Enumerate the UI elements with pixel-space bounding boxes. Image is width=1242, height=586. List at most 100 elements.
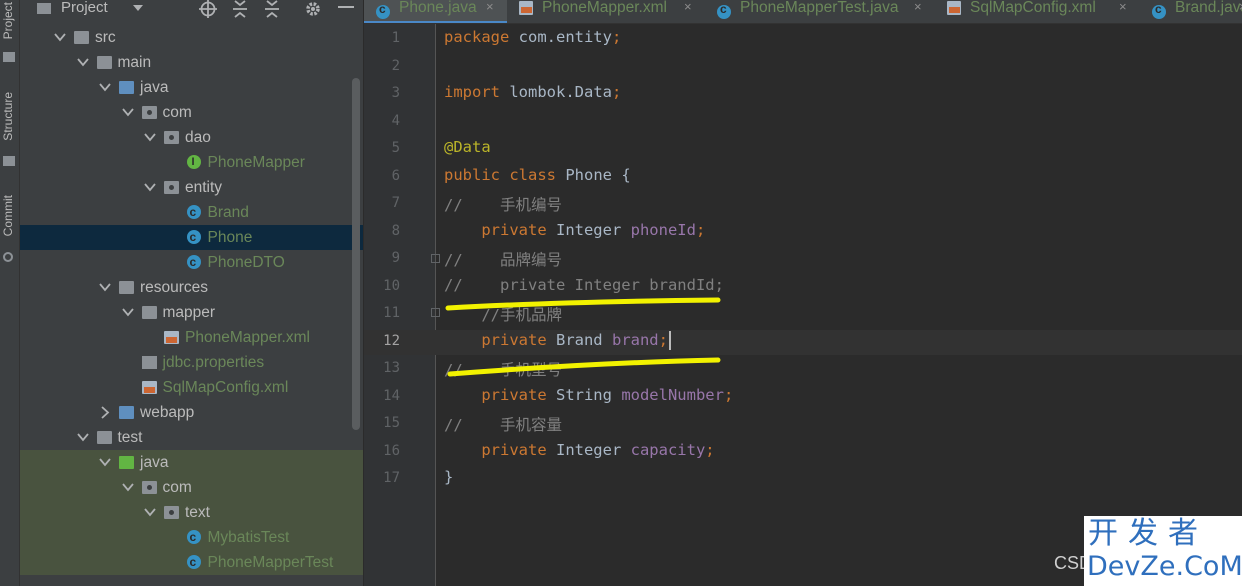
code-line[interactable]: // private Integer brandId;	[444, 276, 724, 294]
tree-item-label: jdbc.properties	[162, 354, 265, 371]
tree-item-label: resources	[140, 279, 209, 296]
folder-icon	[96, 56, 112, 69]
code-line[interactable]: // 品牌编号	[444, 248, 562, 270]
class-icon	[186, 250, 201, 275]
tree-item[interactable]: PhoneMapperTest	[20, 550, 363, 575]
code-line[interactable]: private Integer capacity;	[444, 440, 714, 459]
project-tree-scrollbar[interactable]	[352, 78, 360, 430]
code-token: brand	[611, 330, 659, 349]
tree-item-label: MybatisTest	[207, 529, 290, 546]
code-line[interactable]: private Integer phoneId;	[444, 221, 705, 239]
chevron-right-icon[interactable]	[99, 400, 111, 425]
code-line[interactable]: package com.entity;	[444, 28, 621, 46]
chevron-down-icon[interactable]	[144, 175, 156, 200]
chevron-down-icon[interactable]	[54, 25, 66, 50]
code-line[interactable]: public class Phone {	[444, 166, 631, 184]
close-icon[interactable]: ×	[684, 0, 692, 16]
tree-item-label: java	[140, 454, 169, 471]
code-token: Integer	[555, 440, 631, 459]
chevron-down-icon[interactable]	[121, 100, 134, 125]
code-line[interactable]: //手机品牌	[444, 303, 562, 325]
tab-label: Phone.java	[399, 0, 477, 16]
tree-item[interactable]: java	[20, 450, 363, 475]
close-icon[interactable]: ×	[1119, 0, 1127, 16]
commit-tool-button[interactable]: Commit	[1, 195, 19, 236]
tree-item[interactable]: PhoneMapper.xml	[20, 325, 363, 350]
tab-phonemapper-xml[interactable]: PhoneMapper.xml ×	[507, 0, 705, 23]
tree-item[interactable]: src	[20, 25, 363, 50]
locate-file-icon[interactable]	[199, 0, 217, 18]
code-line[interactable]: }	[444, 468, 453, 486]
code-line[interactable]: // 手机编号	[444, 193, 562, 215]
tree-item[interactable]: com	[20, 100, 363, 125]
tree-item[interactable]: MybatisTest	[20, 525, 363, 550]
expand-all-icon[interactable]	[232, 0, 248, 18]
chevron-down-icon[interactable]	[99, 450, 111, 475]
tree-item-label: com	[162, 479, 192, 496]
tree-item[interactable]: Brand	[20, 200, 363, 225]
code-token: private	[444, 440, 556, 459]
code-token: Integer	[555, 220, 631, 239]
code-token: lombok.Data	[509, 83, 612, 101]
close-icon[interactable]: ×	[486, 0, 494, 16]
tab-sqlmapconfig-xml[interactable]: SqlMapConfig.xml ×	[935, 0, 1140, 23]
tree-item[interactable]: SqlMapConfig.xml	[20, 375, 363, 400]
tree-item-label: PhoneMapperTest	[207, 554, 334, 571]
tree-item[interactable]: PhoneMapper	[20, 150, 363, 175]
gear-icon[interactable]	[304, 0, 322, 18]
tab-phonemappertest-java[interactable]: PhoneMapperTest.java ×	[705, 0, 935, 23]
tree-item[interactable]: resources	[20, 275, 363, 300]
chevron-down-icon[interactable]	[76, 50, 89, 75]
tree-item[interactable]: entity	[20, 175, 363, 200]
line-number: 12	[383, 332, 400, 349]
fold-marker-icon[interactable]	[431, 254, 440, 263]
code-token: // 手机编号	[444, 196, 562, 214]
class-icon	[1152, 0, 1166, 19]
code-line[interactable]: // 手机型号	[444, 358, 562, 380]
minimize-icon[interactable]	[338, 6, 354, 10]
chevron-down-icon[interactable]	[121, 300, 134, 325]
chevron-down-icon[interactable]	[76, 425, 89, 450]
code-line[interactable]: import lombok.Data;	[444, 83, 621, 101]
tree-item[interactable]: com	[20, 475, 363, 500]
tree-item[interactable]: PhoneDTO	[20, 250, 363, 275]
line-number: 11	[383, 305, 400, 321]
tree-item[interactable]: main	[20, 50, 363, 75]
project-panel-title[interactable]: Project	[61, 0, 108, 16]
tree-item-label: webapp	[140, 404, 195, 421]
tab-brand-java[interactable]: Brand.java×	[1140, 0, 1242, 23]
fold-marker-icon[interactable]	[431, 308, 440, 317]
line-number: 17	[383, 470, 400, 486]
code-line[interactable]: private String modelNumber;	[444, 386, 733, 404]
chevron-down-icon[interactable]	[132, 4, 144, 12]
project-folder-icon	[37, 3, 51, 14]
structure-tool-button[interactable]: Structure	[1, 92, 19, 141]
tree-item[interactable]: jdbc.properties	[20, 350, 363, 375]
code-token: ;	[695, 220, 706, 239]
chevron-down-icon[interactable]	[144, 125, 156, 150]
chevron-down-icon[interactable]	[99, 275, 111, 300]
tree-item-label: Phone	[207, 229, 253, 246]
line-number: 5	[391, 140, 400, 156]
tab-phone-java[interactable]: Phone.java ×	[364, 0, 507, 23]
chevron-down-icon[interactable]	[144, 500, 156, 525]
project-tool-button[interactable]: Project	[1, 2, 19, 39]
tree-item[interactable]: text	[20, 500, 363, 525]
code-line[interactable]: @Data	[444, 138, 491, 156]
tree-item[interactable]: webapp	[20, 400, 363, 425]
code-line[interactable]: private Brand brand;	[444, 330, 671, 350]
tree-item[interactable]: dao	[20, 125, 363, 150]
code-token: Brand	[555, 330, 612, 349]
collapse-all-icon[interactable]	[264, 0, 280, 18]
tree-item[interactable]: Phone	[20, 225, 363, 250]
tree-item[interactable]: java	[20, 75, 363, 100]
tree-item[interactable]: test	[20, 425, 363, 450]
package-icon	[141, 106, 157, 119]
tree-item[interactable]: mapper	[20, 300, 363, 325]
project-panel: Project srcmain java com dao PhoneMapper enti…	[20, 0, 363, 586]
code-token: public class	[444, 165, 566, 184]
chevron-down-icon[interactable]	[99, 75, 111, 100]
code-line[interactable]: // 手机容量	[444, 413, 562, 435]
close-icon[interactable]: ×	[914, 0, 922, 16]
chevron-down-icon[interactable]	[121, 475, 134, 500]
